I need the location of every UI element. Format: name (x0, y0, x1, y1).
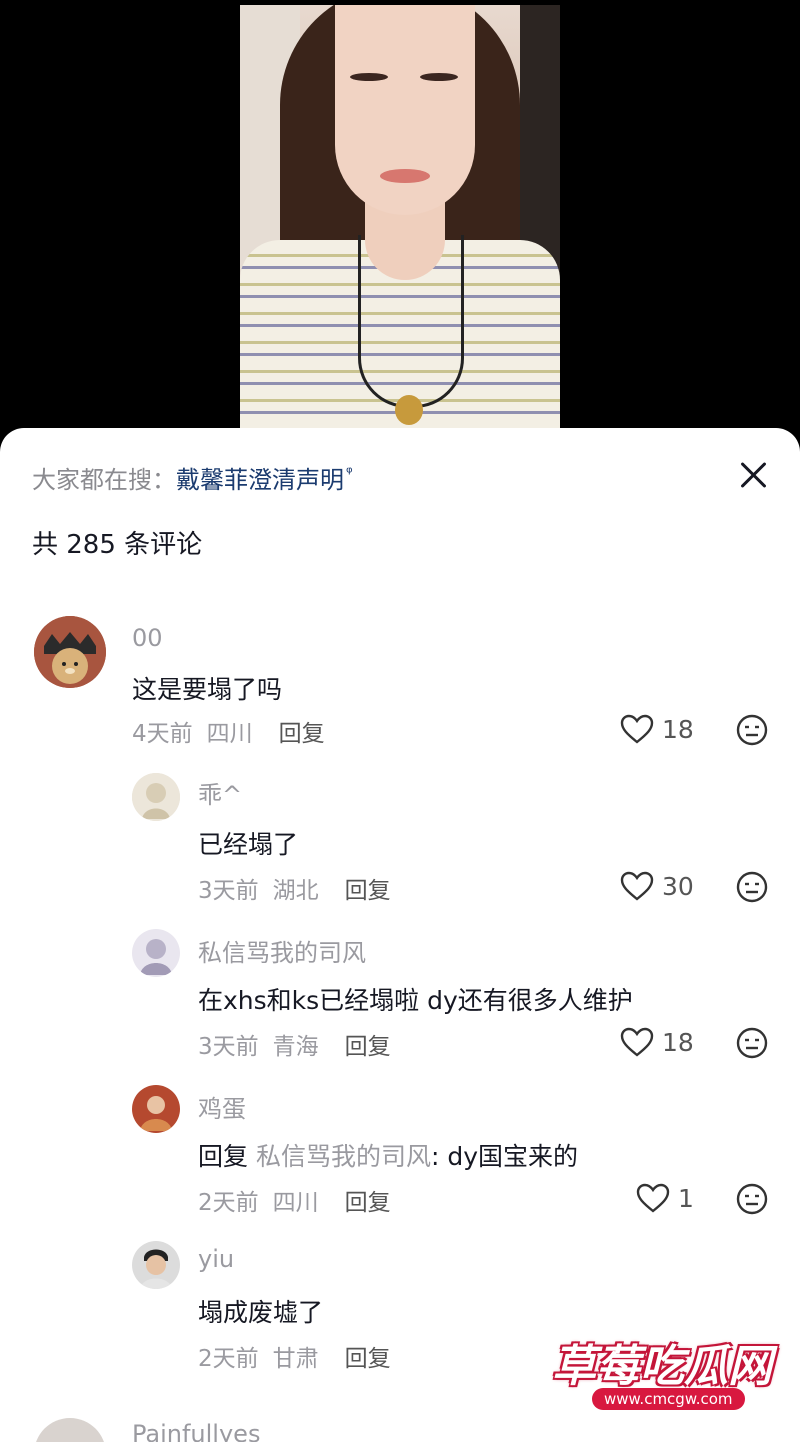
like-count: 1 (678, 1183, 694, 1213)
comment-username[interactable]: 00 (132, 624, 163, 652)
watermark-title: 草莓吃瓜网 (552, 1341, 772, 1392)
comment-username[interactable]: 乖^ (198, 775, 242, 810)
heart-icon (636, 1183, 670, 1213)
like-button[interactable]: 30 (620, 871, 694, 901)
trending-search-keyword[interactable]: 戴馨菲澄清声明 (176, 466, 344, 494)
comment-count: 共 285 条评论 (32, 530, 203, 560)
dislike-face-icon[interactable] (736, 1183, 768, 1215)
dislike-face-icon[interactable] (736, 714, 768, 746)
dislike-face-icon[interactable] (736, 1027, 768, 1059)
comment-text: 回复 私信骂我的司风: dy国宝来的 (198, 1137, 578, 1173)
like-count: 18 (662, 1027, 694, 1057)
comment-text: 在xhs和ks已经塌啦 dy还有很多人维护 (198, 986, 633, 1015)
avatar[interactable] (132, 1241, 180, 1289)
comment-text: 已经塌了 (198, 830, 299, 859)
reply-prefix: 回复 (198, 1142, 249, 1171)
reply-to-username[interactable]: 私信骂我的司风 (256, 1142, 431, 1171)
heart-icon (620, 871, 654, 901)
avatar[interactable] (34, 1418, 106, 1442)
video-person-eye (350, 73, 388, 81)
heart-icon (620, 714, 654, 744)
dislike-face-icon[interactable] (736, 871, 768, 903)
like-button[interactable]: 18 (620, 714, 694, 744)
like-count: 18 (662, 714, 694, 744)
comment-location: 四川 (206, 721, 253, 747)
watermark-logo: 草莓吃瓜网 www.cmcgw.com (540, 1330, 780, 1420)
comment-location: 甘肃 (272, 1346, 319, 1372)
comment-time: 4天前 (132, 721, 193, 747)
comment-time: 3天前 (198, 878, 259, 904)
comment-meta: 2天前 四川 回复 (198, 1183, 405, 1217)
video-person-face (335, 5, 475, 215)
close-icon[interactable] (734, 456, 772, 494)
comment-text-body: : dy国宝来的 (430, 1142, 579, 1171)
video-person-pendant (395, 395, 423, 425)
like-count: 30 (662, 871, 694, 901)
comment-text: 这是要塌了吗 (132, 675, 283, 704)
comment-location: 四川 (272, 1190, 319, 1216)
comment-time: 2天前 (198, 1346, 259, 1372)
comment-username[interactable]: 私信骂我的司风 (198, 933, 366, 968)
comment-meta: 3天前 青海 回复 (198, 1027, 405, 1061)
video-person-eye (420, 73, 458, 81)
comment-text: 塌成废墟了 (198, 1298, 324, 1327)
trending-search-prefix: 大家都在搜： (32, 466, 176, 494)
comment-location: 湖北 (272, 878, 319, 904)
comment-meta: 2天前 甘肃 回复 (198, 1339, 405, 1373)
avatar[interactable] (132, 929, 180, 977)
avatar[interactable] (132, 773, 180, 821)
video-person-necklace (358, 235, 464, 408)
reply-button[interactable]: 回复 (345, 1034, 391, 1060)
comment-time: 3天前 (198, 1034, 259, 1060)
comment-username[interactable]: 鸡蛋 (198, 1089, 246, 1124)
comment-time: 2天前 (198, 1190, 259, 1216)
reply-button[interactable]: 回复 (345, 1346, 391, 1372)
comment-username[interactable]: yiu (198, 1245, 234, 1273)
like-button[interactable]: 1 (636, 1183, 694, 1213)
avatar[interactable] (132, 1085, 180, 1133)
comment-location: 青海 (272, 1034, 319, 1060)
comment-sheet: 大家都在搜：戴馨菲澄清声明 ᵠ 共 285 条评论 00 这是要塌了吗 4天前 四川… (0, 428, 800, 1442)
watermark-url: www.cmcgw.com (592, 1388, 745, 1410)
reply-button[interactable]: 回复 (279, 721, 325, 747)
comment-meta: 3天前 湖北 回复 (198, 871, 405, 905)
video-preview[interactable] (240, 5, 560, 435)
heart-icon (620, 1027, 654, 1057)
video-person-lips (380, 169, 430, 183)
comment-username[interactable]: Painfullyes (132, 1420, 260, 1442)
trending-search[interactable]: 大家都在搜：戴馨菲澄清声明 ᵠ (32, 460, 353, 495)
reply-button[interactable]: 回复 (345, 878, 391, 904)
comment-meta: 4天前 四川 回复 (132, 714, 339, 748)
reply-button[interactable]: 回复 (345, 1190, 391, 1216)
avatar[interactable] (34, 616, 106, 688)
search-icon: ᵠ (346, 463, 353, 482)
like-button[interactable]: 18 (620, 1027, 694, 1057)
